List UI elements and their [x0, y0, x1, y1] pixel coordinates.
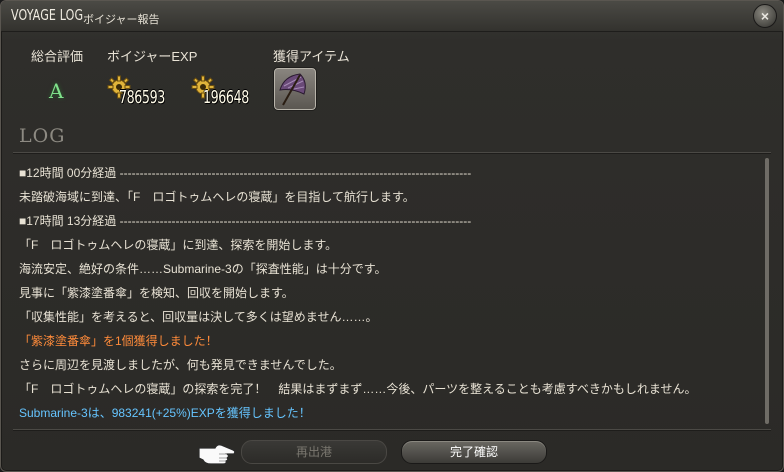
redepart-button[interactable]: 再出港: [241, 440, 387, 464]
parasol-item-icon: [279, 73, 306, 106]
log-line: 海流安定、絶好の条件……Submarine-3の「探査性能」は十分です。: [19, 262, 387, 276]
window-title: VOYAGE LOG: [11, 6, 84, 24]
grade-value: A: [49, 79, 64, 103]
voyage-log-window: VOYAGE LOG ボイジャー報告 × 総合評価 A ボイジャーEXP 786…: [0, 0, 784, 472]
divider: [13, 152, 771, 153]
confirm-completion-button[interactable]: 完了確認: [401, 440, 547, 464]
log-line: ■17時間 13分経過 ----------------------------…: [19, 214, 472, 228]
log-line: さらに周辺を見渡しましたが、何も発見できませんでした。: [19, 358, 342, 372]
log-line: 未踏破海域に到達、「F ロゴトゥムヘレの寝蔵」を目指して航行します。: [19, 190, 415, 204]
log-line: 「収集性能」を考えると、回収量は決して多くは望めません……。: [19, 310, 378, 324]
log-list: ■12時間 00分経過 ----------------------------…: [19, 161, 759, 425]
exp-value-2: 196648: [203, 87, 249, 108]
log-line: 「F ロゴトゥムヘレの寝蔵」に到達、探索を開始します。: [19, 238, 338, 252]
log-heading: LOG: [19, 125, 66, 147]
item-slot[interactable]: [273, 67, 317, 111]
log-line: 見事に「紫漆塗番傘」を検知、回収を開始します。: [19, 286, 294, 300]
log-line: 「F ロゴトゥムヘレの寝蔵」の探索を完了！ 結果はまずまず……今後、パーツを整え…: [19, 382, 697, 396]
close-button[interactable]: ×: [753, 4, 777, 28]
item-label: 獲得アイテム: [273, 49, 350, 64]
exp-value-1: 786593: [119, 87, 165, 108]
title-bar[interactable]: VOYAGE LOG ボイジャー報告 ×: [1, 1, 783, 32]
exp-label: ボイジャーEXP: [107, 49, 198, 64]
log-line-exp-gained: Submarine-3は、983241(+25%)EXPを獲得しました！: [19, 406, 311, 420]
pointing-hand-icon: [198, 444, 236, 465]
divider: [13, 429, 771, 430]
log-line-item-obtained: 「紫漆塗番傘」を1個獲得しました！: [19, 334, 218, 348]
exp-entry-1: 786593: [107, 75, 177, 109]
close-icon: ×: [760, 8, 770, 24]
exp-entry-2: 196648: [191, 75, 261, 109]
log-line: ■12時間 00分経過 ----------------------------…: [19, 166, 472, 180]
log-scrollbar[interactable]: [765, 158, 769, 424]
grade-label: 総合評価: [31, 49, 84, 64]
window-subtitle: ボイジャー報告: [83, 14, 160, 26]
